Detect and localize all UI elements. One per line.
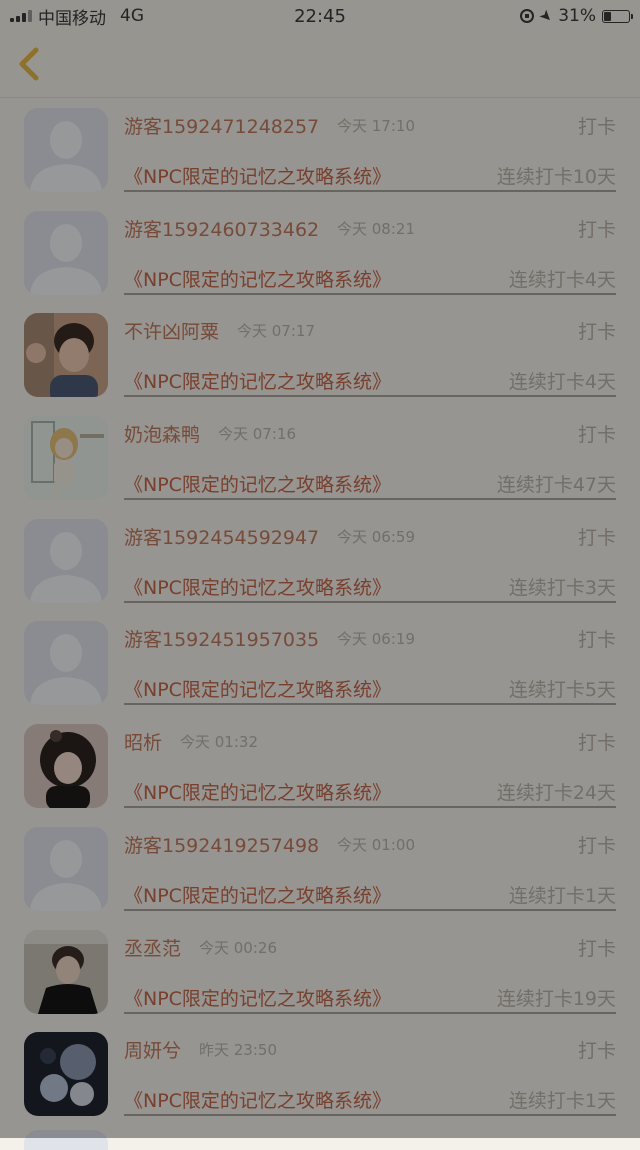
divider (124, 1114, 616, 1117)
avatar[interactable] (24, 621, 108, 706)
checkin-label: 打卡 (577, 629, 616, 652)
checkin-label: 打卡 (577, 1040, 616, 1063)
user-name[interactable]: 游客1592454592947 (124, 523, 319, 550)
avatar (24, 1130, 108, 1150)
book-title-link[interactable]: 《NPC限定的记忆之攻略系统》 (124, 984, 391, 1011)
checkin-label: 打卡 (577, 218, 616, 241)
avatar[interactable] (24, 416, 108, 501)
book-title-link[interactable]: 《NPC限定的记忆之攻略系统》 (124, 367, 391, 394)
checkin-time: 今天 07:17 (237, 322, 315, 341)
streak-count: 连续打卡1天 (508, 884, 616, 907)
user-name[interactable]: 游客1592451957035 (124, 625, 319, 652)
streak-count: 连续打卡1天 (508, 1090, 616, 1113)
list-item[interactable]: 游客1592471248257 今天 17:10 打卡《NPC限定的记忆之攻略系统》… (0, 98, 640, 201)
list-item[interactable]: 丞丞范 今天 00:26 打卡《NPC限定的记忆之攻略系统》 连续打卡19天 (0, 920, 640, 1023)
checkin-time: 今天 17:10 (337, 117, 415, 135)
divider (124, 498, 616, 501)
book-title-link[interactable]: 《NPC限定的记忆之攻略系统》 (124, 265, 391, 292)
list-item[interactable]: 周妍兮 昨天 23:50 打卡《NPC限定的记忆之攻略系统》 连续打卡1天 (0, 1022, 640, 1125)
book-title-link[interactable]: 《NPC限定的记忆之攻略系统》 (124, 675, 391, 702)
location-arrow-icon: ➤ (535, 5, 557, 27)
streak-count: 连续打卡47天 (496, 474, 616, 497)
divider (124, 600, 616, 603)
user-name[interactable]: 游客1592460733462 (124, 215, 319, 242)
checkin-label: 打卡 (577, 424, 616, 447)
checkin-time: 今天 06:19 (337, 630, 415, 649)
status-right: ➤ 31% (519, 5, 633, 27)
streak-count: 连续打卡24天 (496, 782, 616, 805)
checkin-label: 打卡 (577, 732, 616, 755)
checkin-time: 今天 00:26 (199, 938, 277, 957)
divider (124, 806, 616, 809)
status-bar: 中国移动 4G 22:45 ➤ 31% (0, 0, 640, 32)
checkin-label: 打卡 (577, 321, 616, 344)
divider (124, 703, 616, 706)
list-item[interactable]: 游客1592419257498 今天 01:00 打卡《NPC限定的记忆之攻略系统》… (0, 817, 640, 920)
avatar[interactable] (24, 1032, 108, 1117)
divider (124, 190, 616, 192)
checkin-time: 今天 06:59 (337, 527, 415, 546)
checkin-label: 打卡 (577, 526, 616, 549)
streak-count: 连续打卡4天 (508, 268, 616, 291)
list-item[interactable]: 游客1592460733462 今天 08:21 打卡《NPC限定的记忆之攻略系统》… (0, 201, 640, 304)
user-name[interactable]: 丞丞范 (124, 934, 181, 961)
streak-count: 连续打卡5天 (508, 679, 616, 702)
streak-count: 连续打卡10天 (496, 166, 616, 188)
list-item[interactable]: 游客1592451957035 今天 06:19 打卡《NPC限定的记忆之攻略系统》… (0, 611, 640, 714)
user-name[interactable]: 游客1592419257498 (124, 831, 319, 858)
avatar[interactable] (24, 929, 108, 1014)
list-item[interactable]: 奶泡森鸭 今天 07:16 打卡《NPC限定的记忆之攻略系统》 连续打卡47天 (0, 406, 640, 509)
book-title-link[interactable]: 《NPC限定的记忆之攻略系统》 (124, 1086, 391, 1113)
checkin-label: 打卡 (577, 116, 616, 138)
checkin-label: 打卡 (577, 834, 616, 857)
book-title-link[interactable]: 《NPC限定的记忆之攻略系统》 (124, 881, 391, 908)
avatar[interactable] (24, 826, 108, 911)
checkin-label: 打卡 (577, 937, 616, 960)
user-name[interactable]: 奶泡森鸭 (124, 420, 200, 447)
list-item[interactable]: 游客1592454592947 今天 06:59 打卡《NPC限定的记忆之攻略系统》… (0, 509, 640, 612)
user-name[interactable]: 昭析 (124, 728, 162, 755)
book-title-link[interactable]: 《NPC限定的记忆之攻略系统》 (124, 162, 391, 189)
checkin-time: 今天 01:32 (180, 733, 258, 752)
streak-count: 连续打卡4天 (508, 371, 616, 394)
checkin-time: 今天 07:16 (218, 425, 296, 444)
divider (124, 908, 616, 911)
checkin-list: 游客1592471248257 今天 17:10 打卡 《NPC限定的记忆之攻略系统》… (0, 98, 640, 1125)
avatar[interactable] (24, 724, 108, 809)
user-name[interactable]: 不许凶阿粟 (124, 317, 219, 344)
checkin-time: 昨天 23:50 (199, 1041, 277, 1060)
user-name[interactable]: 周妍兮 (124, 1036, 181, 1063)
divider (124, 1011, 616, 1014)
user-name[interactable]: 游客1592471248257 (124, 112, 319, 139)
avatar[interactable] (24, 210, 108, 295)
book-title-link[interactable]: 《NPC限定的记忆之攻略系统》 (124, 573, 391, 600)
list-item[interactable]: 昭析 今天 01:32 打卡《NPC限定的记忆之攻略系统》 连续打卡24天 (0, 714, 640, 817)
checkin-time: 今天 01:00 (337, 835, 415, 854)
divider (124, 395, 616, 398)
avatar[interactable] (24, 518, 108, 603)
streak-count: 连续打卡3天 (508, 576, 616, 599)
battery-icon (602, 9, 633, 23)
rotation-lock-icon (519, 9, 534, 23)
book-title-link[interactable]: 《NPC限定的记忆之攻略系统》 (124, 470, 391, 497)
avatar[interactable] (24, 108, 108, 192)
divider (124, 292, 616, 295)
chevron-left-icon[interactable] (14, 46, 44, 82)
checkin-time: 今天 08:21 (337, 219, 415, 238)
nav-bar (0, 32, 640, 98)
avatar[interactable] (24, 313, 108, 398)
list-item[interactable]: 不许凶阿粟 今天 07:17 打卡《NPC限定的记忆之攻略系统》 连续打卡4天 (0, 303, 640, 406)
streak-count: 连续打卡19天 (496, 987, 616, 1010)
book-title-link[interactable]: 《NPC限定的记忆之攻略系统》 (124, 778, 391, 805)
battery-percent: 31% (558, 6, 596, 26)
